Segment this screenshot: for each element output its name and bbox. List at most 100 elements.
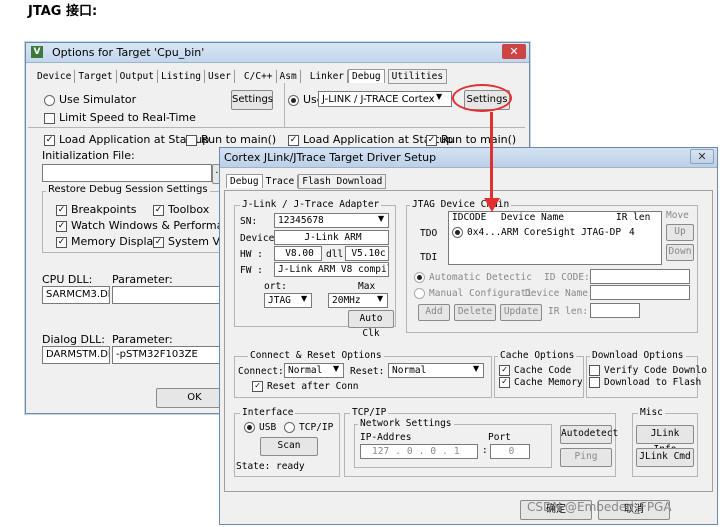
tab-flash-download[interactable]: Flash Download — [298, 174, 387, 189]
col-idcode: IDCODE — [452, 212, 487, 223]
up-button[interactable]: Up — [666, 224, 694, 241]
hw-field: V8.00 — [274, 246, 322, 261]
device-field: J-Link ARM — [274, 230, 389, 245]
tab-utilities[interactable]: Utilities — [387, 69, 448, 84]
run-main-right-option[interactable]: ✓ Run to main() — [426, 133, 516, 146]
title-bar: Cortex JLink/JTrace Target Driver Setup … — [220, 148, 717, 168]
toolbox-option[interactable]: ✓ Toolbox — [153, 203, 209, 216]
cpu-dll-field[interactable]: SARMCM3.DLL — [42, 286, 110, 304]
chevron-down-icon: ▼ — [436, 92, 443, 101]
checkbox-icon: ✓ — [499, 377, 510, 388]
radio-icon — [284, 422, 295, 433]
dll-field: V5.10c — [345, 246, 389, 261]
jlink-info-button[interactable]: JLink Info — [636, 425, 694, 455]
checkbox-icon: ✓ — [252, 381, 263, 392]
close-button[interactable]: ✕ — [502, 44, 526, 59]
verify-code-option[interactable]: Verify Code Downlo — [589, 365, 707, 376]
watch-windows-option[interactable]: ✓Watch Windows & Performance Analyzer — [56, 219, 221, 232]
limit-speed-option[interactable]: Limit Speed to Real-Time — [44, 111, 196, 124]
divider — [284, 83, 285, 127]
state-label: State: ready — [236, 461, 305, 472]
tab-linker[interactable]: Linker — [307, 70, 349, 83]
ir-len-field[interactable] — [590, 303, 640, 318]
dialog-dll-field[interactable]: DARMSTM.DLL — [42, 346, 110, 364]
title-bar: V Options for Target 'Cpu_bin' ✕ — [26, 43, 529, 63]
checkbox-icon: ✓ — [153, 236, 164, 248]
id-code-field[interactable] — [590, 269, 690, 284]
cpu-dll-label: CPU DLL: — [42, 273, 93, 286]
reset-after-option[interactable]: ✓ Reset after Conn — [252, 381, 359, 392]
ip-address-field[interactable]: 127. 0. 0. 1 — [360, 444, 478, 459]
tcpip-option[interactable]: TCP/IP — [284, 422, 333, 433]
tab-target[interactable]: Target — [75, 70, 117, 83]
chevron-down-icon: ▼ — [378, 214, 385, 223]
tab-user[interactable]: User — [205, 70, 235, 83]
autodetect-button[interactable]: Autodetect — [560, 425, 618, 444]
fw-label: FW : — [240, 265, 263, 276]
reset-select[interactable]: Normal — [388, 363, 484, 378]
dialog-title: Cortex JLink/JTrace Target Driver Setup — [224, 151, 437, 164]
tab-cc[interactable]: C/C++ — [241, 70, 277, 83]
update-button[interactable]: Update — [500, 304, 542, 321]
system-viewer-option[interactable]: ✓System Viewer — [153, 235, 221, 248]
delete-button[interactable]: Delete — [454, 304, 496, 321]
ping-button[interactable]: Ping — [560, 448, 612, 467]
checkbox-icon: ✓ — [56, 236, 67, 248]
tab-device[interactable]: Device — [34, 70, 76, 83]
row-irlen: 4 — [629, 227, 635, 238]
simulator-settings-button[interactable]: Settings — [231, 90, 273, 110]
tab-listing[interactable]: Listing — [158, 70, 206, 83]
load-app-left-option[interactable]: ✓ Load Application at Startup — [44, 133, 209, 146]
close-button[interactable]: ✕ — [690, 149, 714, 164]
checkbox-icon: ✓ — [44, 134, 55, 146]
fw-field: J-Link ARM V8 compiled I — [274, 262, 389, 277]
tab-debug[interactable]: Debug — [348, 69, 385, 83]
add-button[interactable]: Add — [418, 304, 450, 321]
cache-memory-option[interactable]: ✓ Cache Memory — [499, 377, 583, 388]
port-num-field[interactable]: 0 — [490, 444, 530, 459]
init-file-field[interactable] — [42, 164, 212, 182]
tab-debug[interactable]: Debug — [226, 174, 263, 188]
network-settings-title: Network Settings — [358, 418, 454, 429]
breakpoints-option[interactable]: ✓ Breakpoints — [56, 203, 137, 216]
cache-code-option[interactable]: ✓ Cache Code — [499, 365, 571, 376]
cpu-param-field[interactable] — [112, 286, 222, 304]
target-driver-setup-dialog: Cortex JLink/JTrace Target Driver Setup … — [219, 147, 718, 525]
chevron-down-icon: ▼ — [377, 294, 384, 303]
radio-icon — [288, 94, 299, 106]
checkbox-icon: ✓ — [153, 204, 164, 216]
memory-display-option[interactable]: ✓ Memory Display — [56, 235, 160, 248]
debugger-select[interactable]: J-LINK / J-TRACE Cortex — [318, 91, 452, 107]
dialog-param-field[interactable]: -pSTM32F103ZE — [112, 346, 222, 364]
sn-label: SN: — [240, 216, 258, 227]
usb-option[interactable]: USB — [244, 422, 276, 433]
jlink-cmd-button[interactable]: JLink Cmd — [636, 448, 694, 467]
down-button[interactable]: Down — [666, 244, 694, 261]
scan-button[interactable]: Scan — [260, 437, 318, 456]
ir-len-label: IR len: — [548, 306, 589, 317]
device-name-label: Device Name: — [525, 288, 594, 299]
checkbox-icon: ✓ — [56, 220, 67, 232]
manual-config-option[interactable]: Manual Configurati — [414, 288, 532, 299]
tab-output[interactable]: Output — [117, 70, 158, 83]
tab-asm[interactable]: Asm — [277, 70, 301, 83]
table-row[interactable]: 0x4... — [452, 227, 501, 238]
download-flash-option[interactable]: Download to Flash — [589, 377, 701, 388]
auto-clk-button[interactable]: Auto Clk — [348, 310, 394, 339]
device-name-field[interactable] — [590, 285, 690, 300]
use-simulator-option[interactable]: Use Simulator — [44, 93, 136, 106]
watermark: CSDN @Embeded_FPGA — [527, 500, 672, 514]
annotation-arrow-head — [484, 198, 500, 212]
tab-trace[interactable]: Trace — [263, 175, 299, 188]
radio-icon — [414, 272, 425, 283]
misc-title: Misc — [638, 407, 665, 418]
init-file-label: Initialization File: — [42, 149, 135, 162]
run-main-left-option[interactable]: Run to main() — [186, 133, 276, 146]
page-heading: JTAG 接口: — [28, 4, 98, 19]
colon: : — [482, 445, 488, 456]
auto-detect-option[interactable]: Automatic Detectic — [414, 272, 532, 283]
dialog-dll-label: Dialog DLL: — [42, 333, 105, 346]
checkbox-icon — [589, 365, 600, 376]
radio-icon — [414, 288, 425, 299]
sn-select[interactable]: 12345678 — [274, 213, 389, 228]
